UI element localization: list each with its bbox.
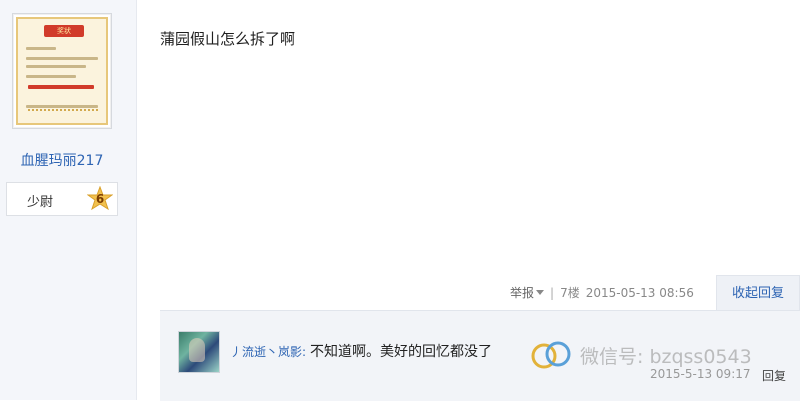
certificate-line [26, 57, 98, 60]
rank-badge: 少尉 6 [6, 182, 118, 216]
certificate-line [26, 105, 98, 108]
caret-down-icon [536, 290, 545, 295]
reply-button[interactable]: 回复 [762, 367, 786, 384]
certificate-image: 奖状 [16, 17, 108, 125]
reply-content: 不知道啊。美好的回忆都没了 [310, 344, 493, 360]
star-icon: 6 [86, 185, 114, 212]
reply-section: 丿流逝丶岚影: 不知道啊。美好的回忆都没了 2015-5-13 09:17 回复 [160, 310, 800, 401]
report-label: 举报 [510, 286, 535, 300]
reply-avatar[interactable] [178, 331, 220, 373]
floor-number: 7楼 [560, 286, 580, 300]
reply-username-link[interactable]: 丿流逝丶岚影: [230, 345, 306, 359]
separator: | [550, 285, 555, 300]
username-link[interactable]: 血腥玛丽217 [0, 150, 124, 170]
certificate-highlight [28, 85, 94, 89]
certificate-line [26, 47, 56, 50]
certificate-line [26, 65, 86, 68]
certificate-line [26, 75, 76, 78]
reply-timestamp: 2015-5-13 09:17 [650, 367, 751, 381]
reply-item: 丿流逝丶岚影: 不知道啊。美好的回忆都没了 [230, 341, 492, 361]
user-sidebar: 奖状 血腥玛丽217 少尉 6 [0, 0, 137, 400]
certificate-border-decoration [28, 109, 98, 117]
collapse-reply-button[interactable]: 收起回复 [716, 275, 800, 311]
post-timestamp: 2015-05-13 08:56 [585, 285, 694, 300]
rank-level: 6 [95, 192, 105, 206]
post-meta: 举报 | 7楼 2015-05-13 08:56 [510, 284, 694, 301]
post-content: 蒲园假山怎么拆了啊 [160, 30, 296, 48]
rank-label: 少尉 [27, 195, 54, 210]
user-avatar[interactable]: 奖状 [12, 13, 112, 129]
report-button[interactable]: 举报 [510, 284, 545, 301]
certificate-banner: 奖状 [44, 25, 84, 37]
